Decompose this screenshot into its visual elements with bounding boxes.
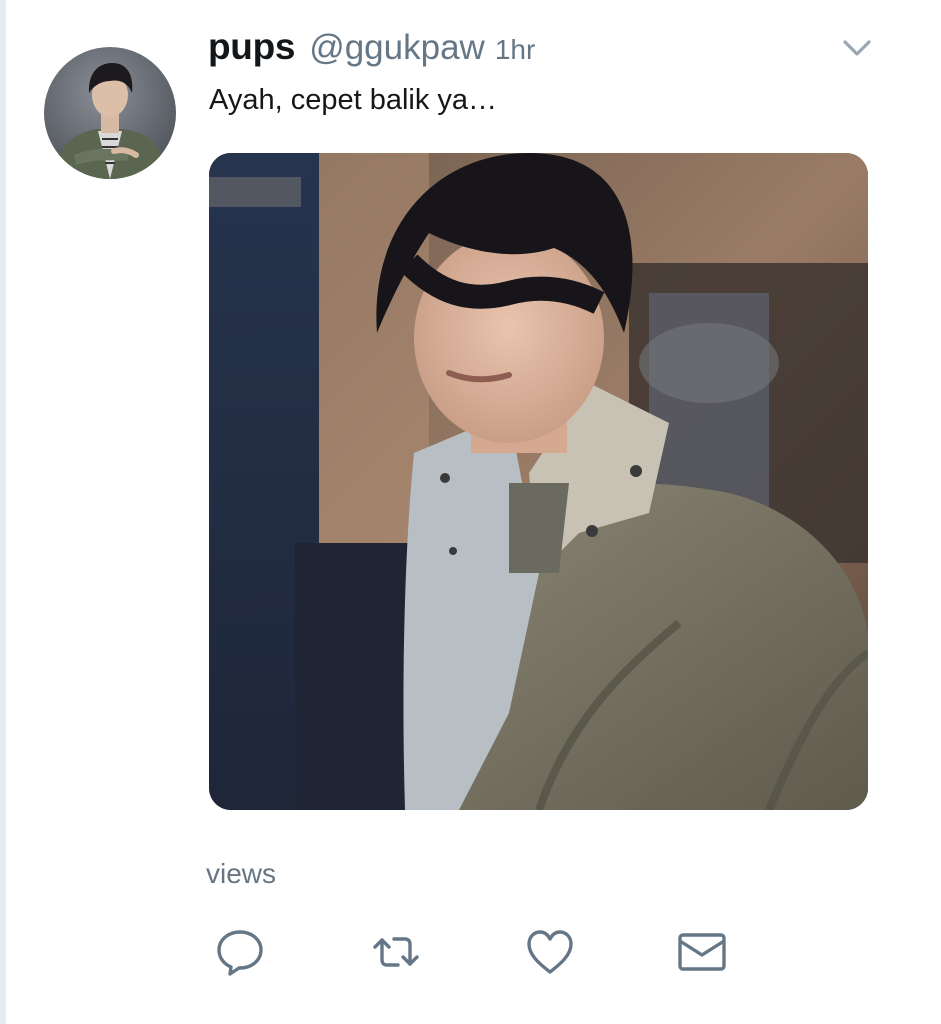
heart-icon — [527, 930, 573, 974]
retweet-icon — [373, 937, 419, 967]
direct-message-button[interactable] — [674, 924, 730, 980]
timestamp[interactable]: 1hr — [495, 34, 535, 66]
like-button[interactable] — [522, 924, 578, 980]
reply-button[interactable] — [212, 924, 268, 980]
photo-image — [209, 153, 868, 810]
action-bar — [212, 924, 772, 980]
envelope-icon — [678, 933, 726, 971]
reply-icon — [217, 930, 263, 976]
user-handle[interactable]: @ggukpaw — [309, 28, 485, 68]
avatar-photo — [44, 47, 176, 179]
tweet-photo[interactable] — [209, 153, 868, 810]
chevron-down-icon[interactable] — [840, 34, 874, 62]
views-label[interactable]: views — [206, 858, 276, 890]
display-name[interactable]: pups — [208, 26, 295, 68]
retweet-button[interactable] — [368, 924, 424, 980]
tweet-text: Ayah, cepet balik ya… — [209, 84, 498, 116]
tweet-header: pups @ggukpaw 1hr — [208, 26, 535, 70]
tweet-card[interactable]: pups @ggukpaw 1hr Ayah, cepet balik ya… — [0, 0, 941, 1024]
avatar[interactable] — [44, 47, 176, 179]
